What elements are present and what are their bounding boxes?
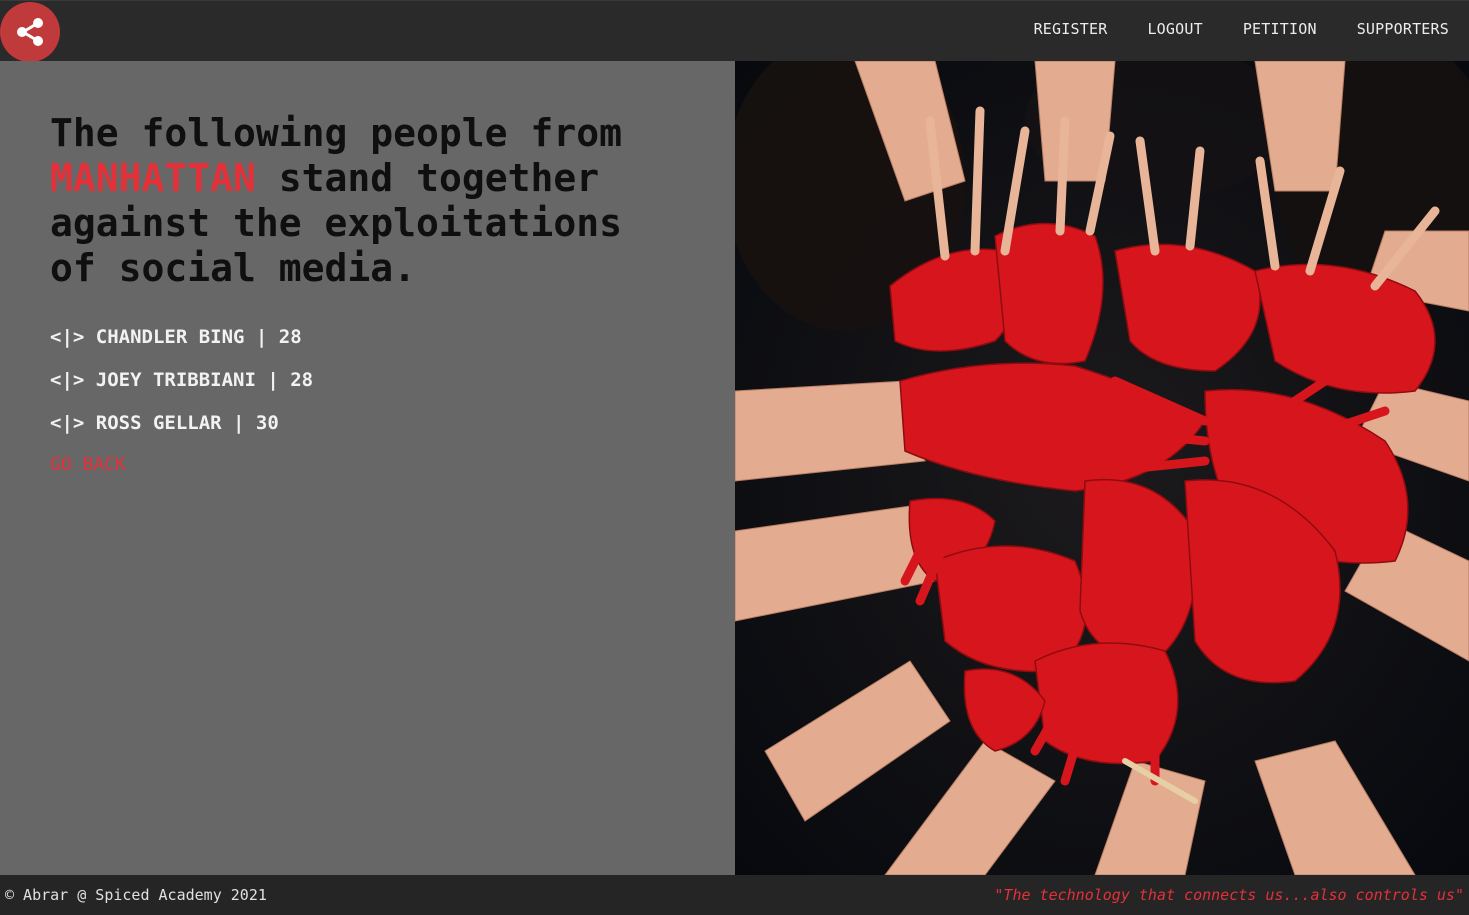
main-nav: REGISTER LOGOUT PETITION SUPPORTERS (1034, 20, 1449, 38)
share-icon (17, 18, 43, 46)
go-back-link[interactable]: GO BACK (50, 454, 126, 475)
copyright-text: © Abrar @ Spiced Academy 2021 (5, 886, 267, 904)
page-headline: The following people from MANHATTAN stand… (50, 111, 690, 291)
signer-item: <|> JOEY TRIBBIANI | 28 (50, 369, 314, 391)
share-logo-button[interactable] (0, 2, 60, 62)
painted-hands-photo (735, 61, 1469, 875)
hero-image (735, 61, 1469, 875)
nav-petition-link[interactable]: PETITION (1243, 20, 1317, 38)
headline-intro: The following people from (50, 111, 622, 155)
city-name: MANHATTAN (50, 156, 256, 200)
nav-supporters-link[interactable]: SUPPORTERS (1357, 20, 1449, 38)
signer-item: <|> CHANDLER BING | 28 (50, 326, 302, 348)
page-footer: © Abrar @ Spiced Academy 2021 "The techn… (0, 875, 1469, 915)
supporters-panel: The following people from MANHATTAN stand… (0, 61, 735, 875)
top-nav-bar: REGISTER LOGOUT PETITION SUPPORTERS (0, 0, 1469, 62)
signers-list: <|> CHANDLER BING | 28 <|> JOEY TRIBBIAN… (50, 324, 313, 453)
nav-logout-link[interactable]: LOGOUT (1147, 20, 1202, 38)
footer-quote: "The technology that connects us...also … (994, 886, 1464, 904)
signer-item: <|> ROSS GELLAR | 30 (50, 412, 279, 434)
nav-register-link[interactable]: REGISTER (1034, 20, 1108, 38)
